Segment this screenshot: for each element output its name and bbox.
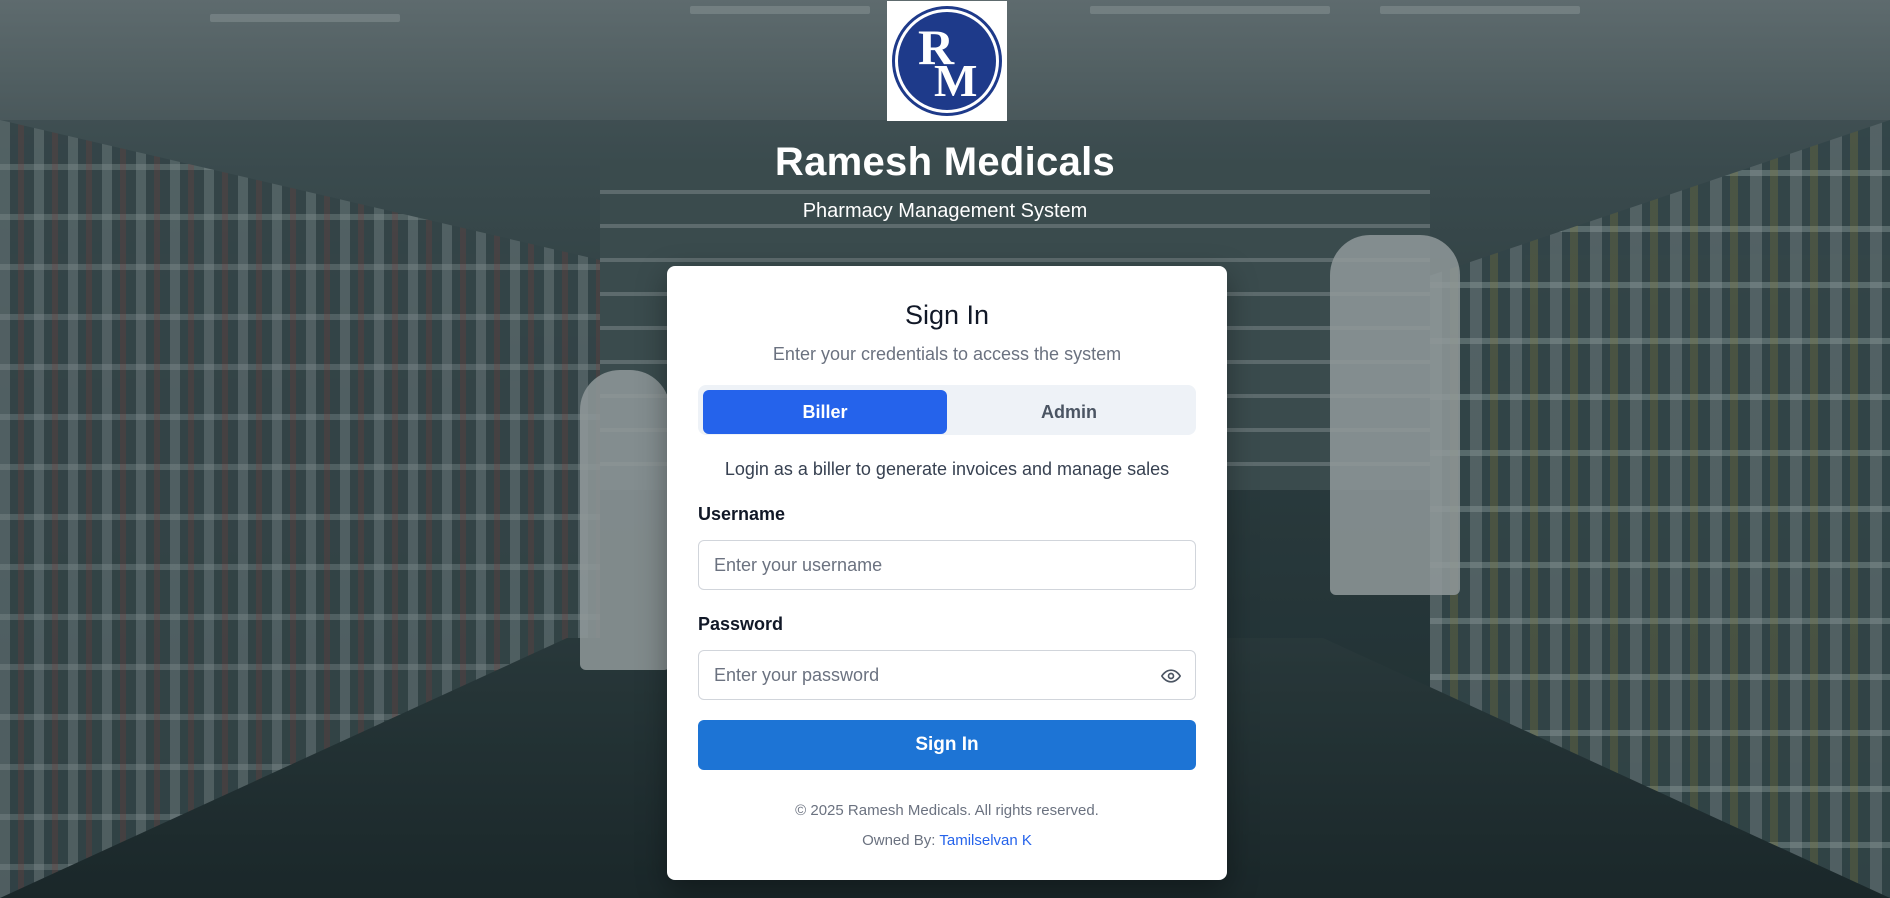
username-field-container [698, 540, 1196, 590]
password-label: Password [698, 614, 784, 634]
role-tab-biller[interactable]: Biller [703, 390, 947, 434]
owner-line: Owned By: Tamilselvan K [667, 832, 1227, 849]
signin-description: Enter your credentials to access the sys… [772, 344, 1122, 364]
sign-in-button[interactable]: Sign In [698, 720, 1196, 770]
owner-link[interactable]: Tamilselvan K [939, 832, 1032, 849]
username-input[interactable] [699, 541, 1149, 589]
password-field-container [698, 650, 1196, 700]
role-hint: Login as a biller to generate invoices a… [724, 459, 1170, 479]
logo-letter-m: M [934, 55, 978, 106]
owner-prefix: Owned By: [862, 832, 936, 849]
password-input[interactable] [699, 651, 1149, 699]
copyright-text: © 2025 Ramesh Medicals. All rights reser… [795, 802, 1099, 819]
signin-title: Sign In [904, 300, 990, 330]
brand-subtitle: Pharmacy Management System [802, 200, 1088, 222]
signin-card: Sign In Enter your credentials to access… [667, 266, 1227, 880]
logo-emblem: R M [892, 6, 1002, 116]
eye-icon[interactable] [1161, 666, 1181, 686]
role-switcher: Biller Admin [698, 385, 1196, 435]
username-label: Username [698, 504, 786, 524]
brand-title: Ramesh Medicals [774, 140, 1116, 184]
role-tab-admin[interactable]: Admin [947, 390, 1191, 434]
brand-logo: R M [887, 1, 1007, 121]
